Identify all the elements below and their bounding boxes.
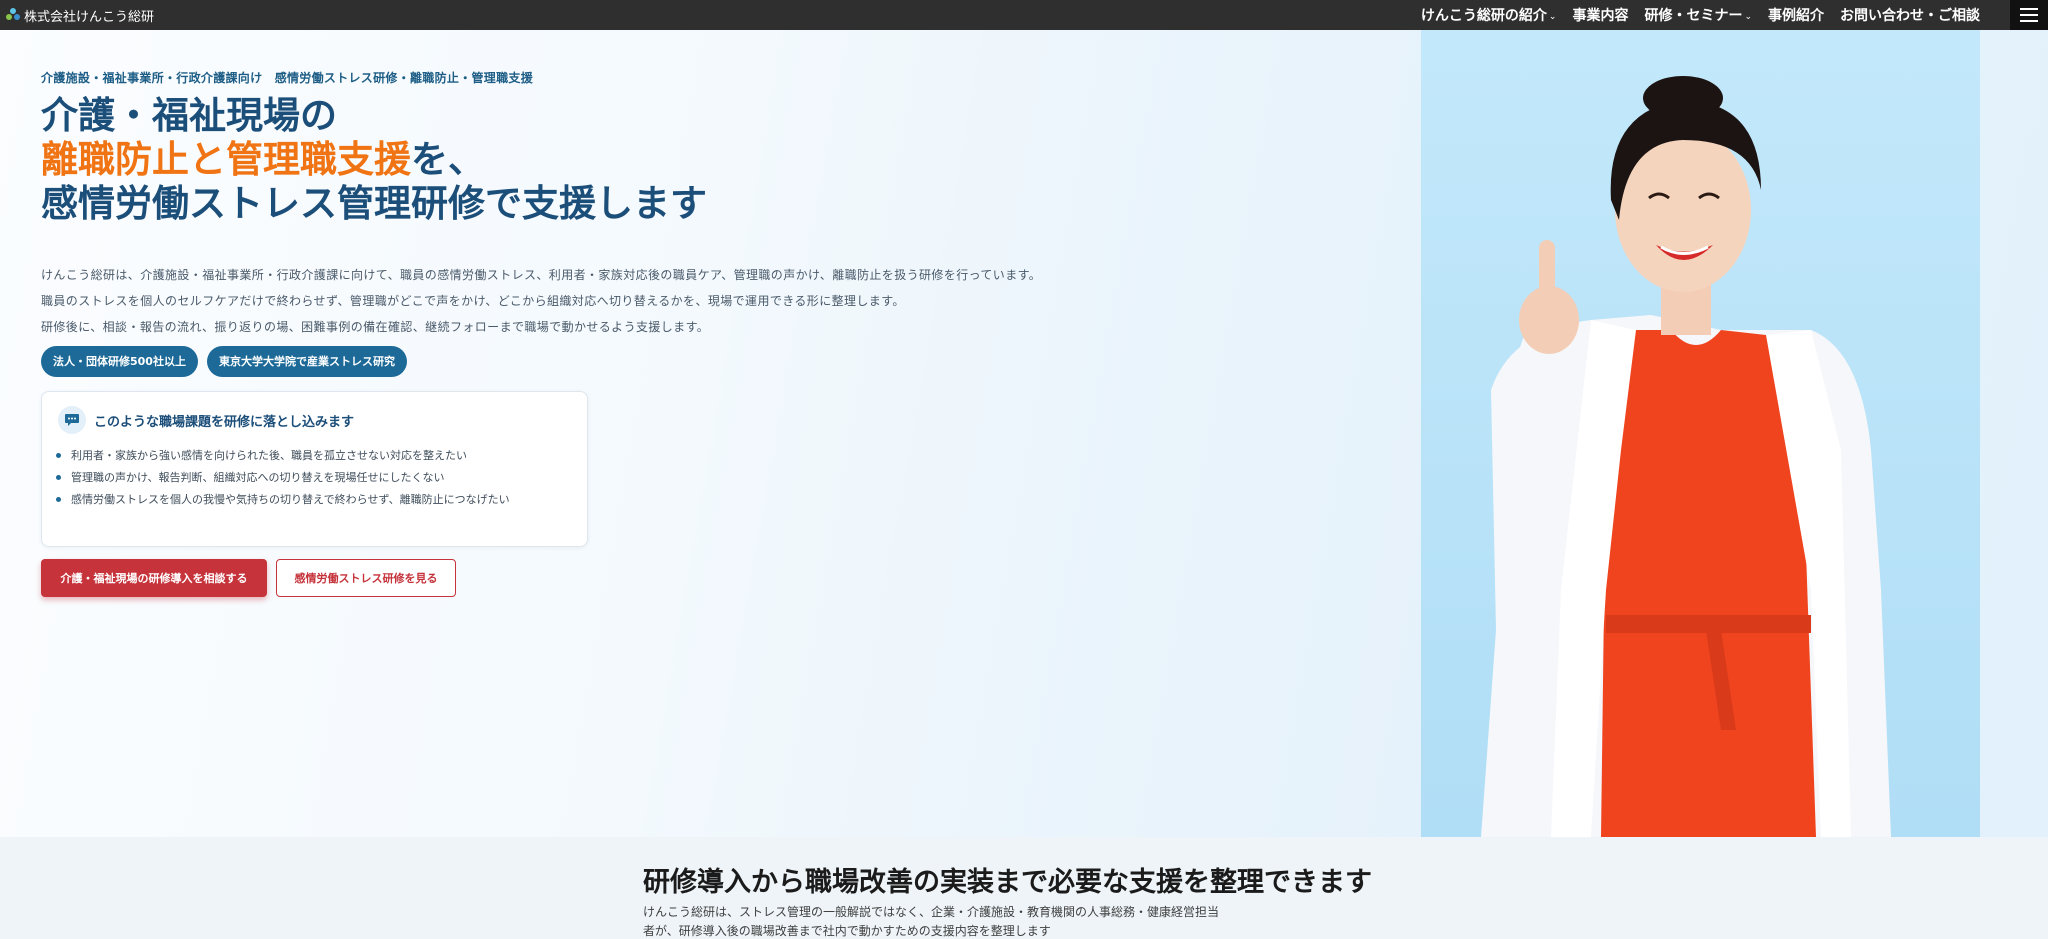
list-item: 管理職の声かけ、報告判断、組織対応への切り替えを現場任せにしたくない: [56, 466, 510, 488]
lead-paragraph: 職員のストレスを個人のセルフケアだけで終わらせず、管理職がどこで声をかけ、どこか…: [41, 294, 905, 308]
consult-training-button[interactable]: 介護・福祉現場の研修導入を相談する: [41, 559, 267, 597]
headline-line-2: 離職防止と管理職支援を、: [41, 138, 485, 181]
headline-line-3: 感情労働ストレス管理研修で支援します: [41, 182, 707, 225]
chevron-down-icon: ⌄: [1744, 11, 1752, 22]
hero-section: 介護施設・福祉事業所・行政介護課向け 感情労働ストレス研修・離職防止・管理職支援…: [0, 30, 2048, 837]
hamburger-icon[interactable]: [2010, 0, 2048, 30]
nav-item-cases[interactable]: 事例紹介: [1768, 5, 1824, 25]
list-item: 感情労働ストレスを個人の我慢や気持ちの切り替えで終わらせず、離職防止につなげたい: [56, 488, 510, 510]
nav-item-contact[interactable]: お問い合わせ・ご相談: [1840, 5, 1980, 25]
issues-list: 利用者・家族から強い感情を向けられた後、職員を孤立させない対応を整えたい 管理職…: [56, 444, 510, 510]
bullet-icon: [56, 452, 61, 458]
services-title: 研修導入から職場改善の実装まで必要な支援を整理できます: [643, 867, 1372, 898]
lead-paragraph: けんこう総研は、介護施設・福祉事業所・行政介護課に向けて、職員の感情労働ストレス…: [41, 268, 1042, 282]
hero-lead: けんこう総研は、介護施設・福祉事業所・行政介護課に向けて、職員の感情労働ストレス…: [41, 262, 1091, 340]
bullet-icon: [56, 474, 61, 480]
lead-paragraph: 研修後に、相談・報告の流れ、振り返りの場、困難事例の備在確認、継続フォローまで職…: [41, 320, 710, 334]
chevron-down-icon: ⌄: [1548, 11, 1557, 22]
hero-headline: 介護・福祉現場の 離職防止と管理職支援を、 感情労働ストレス管理研修で支援します: [41, 94, 707, 226]
nav-item-about[interactable]: けんこう総研の紹介 ⌄: [1421, 5, 1557, 25]
headline-accent: 離職防止と管理職支援: [41, 138, 411, 181]
badge-research: 東京大学大学院で産業ストレス研究: [206, 346, 407, 377]
services-description: けんこう総研は、ストレス管理の一般解説ではなく、企業・介護施設・教育機関の人事総…: [643, 905, 1220, 938]
issues-header: このような職場課題を研修に落とし込みます: [58, 406, 354, 434]
bullet-icon: [56, 496, 61, 502]
hero-portrait-photo: [1421, 30, 1980, 837]
nav-item-training[interactable]: 研修・セミナー ⌄: [1644, 5, 1752, 25]
services-section: 研修導入から職場改善の実装まで必要な支援を整理できます けんこう総研は、ストレス…: [0, 837, 2048, 939]
brand-logo[interactable]: 株式会社けんこう総研: [6, 6, 154, 25]
badge-corporate-training: 法人・団体研修500社以上: [41, 346, 198, 377]
top-nav-bar: 株式会社けんこう総研 けんこう総研の紹介 ⌄ 事業内容 研修・セミナー ⌄ 事例…: [0, 0, 2048, 30]
chat-bubble-icon: [58, 406, 86, 434]
main-nav: けんこう総研の紹介 ⌄ 事業内容 研修・セミナー ⌄ 事例紹介 お問い合わせ・ご…: [1421, 0, 1980, 30]
credential-badges: 法人・団体研修500社以上 東京大学大学院で産業ストレス研究: [41, 346, 407, 377]
issues-title: このような職場課題を研修に落とし込みます: [94, 414, 355, 430]
headline-line-1: 介護・福祉現場の: [41, 94, 337, 137]
view-training-button[interactable]: 感情労働ストレス研修を見る: [276, 559, 456, 597]
brand-name: 株式会社けんこう総研: [24, 9, 155, 25]
list-item: 利用者・家族から強い感情を向けられた後、職員を孤立させない対応を整えたい: [56, 444, 510, 466]
brand-mark-icon: [6, 8, 20, 22]
issues-card: このような職場課題を研修に落とし込みます 利用者・家族から強い感情を向けられた後…: [41, 391, 588, 547]
nav-item-business[interactable]: 事業内容: [1572, 5, 1628, 25]
hero-eyebrow: 介護施設・福祉事業所・行政介護課向け 感情労働ストレス研修・離職防止・管理職支援: [41, 71, 534, 85]
